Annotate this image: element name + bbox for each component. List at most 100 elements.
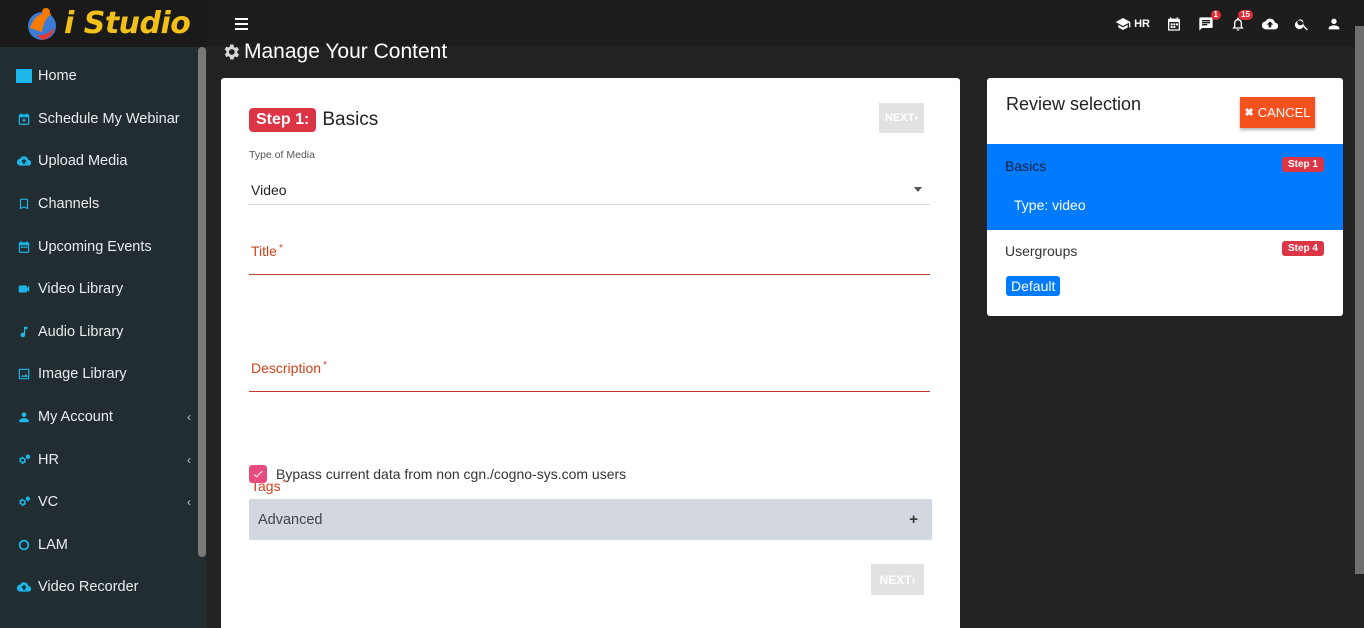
review-selection-card: Review selection ✖ CANCEL Basics Step 1 …	[987, 78, 1343, 316]
sidebar-item-schedule-my-webinar[interactable]: Schedule My Webinar	[0, 98, 207, 141]
cogs-icon	[16, 452, 32, 468]
sidebar-item-label: HR	[38, 451, 59, 468]
upload-button[interactable]	[1262, 16, 1278, 32]
cancel-label: CANCEL	[1257, 105, 1311, 120]
sidebar-item-video-library[interactable]: Video Library	[0, 268, 207, 311]
review-basics-label: Basics	[1005, 158, 1047, 174]
messages-badge: 1	[1210, 9, 1221, 20]
logo-mark-icon	[22, 4, 62, 44]
chevron-left-icon: ‹	[187, 452, 191, 467]
content-form-card: Step 1: Basics NEXT › Type of Media Video…	[221, 78, 960, 628]
bypass-label: Bypass current data from non cgn./cogno-…	[276, 466, 627, 482]
next-label: NEXT	[884, 112, 915, 124]
chevron-right-icon: ›	[911, 572, 916, 587]
step-title: Basics	[322, 109, 379, 130]
review-basics-value: Type: video	[1014, 197, 1086, 213]
media-type-label: Type of Media	[249, 149, 315, 161]
bypass-checkbox[interactable]	[249, 465, 267, 483]
chevron-right-icon: ›	[914, 112, 918, 124]
sidebar-item-hr[interactable]: HR ‹	[0, 438, 207, 481]
sidebar-item-audio-library[interactable]: Audio Library	[0, 311, 207, 354]
bookmark-icon	[16, 196, 32, 212]
dropdown-caret-icon	[914, 187, 922, 192]
sidebar-item-label: Video Recorder	[38, 579, 139, 596]
cloud-upload-icon	[1262, 18, 1278, 29]
media-type-select[interactable]: Video	[249, 175, 930, 205]
sidebar-item-label: VC	[38, 494, 59, 511]
next-label: NEXT	[879, 572, 912, 587]
review-usergroups-step-badge: Step 4	[1281, 241, 1324, 256]
sidebar-item-label: Home	[38, 68, 77, 85]
page-title-text: Manage Your Content	[244, 40, 448, 63]
search-button[interactable]	[1294, 16, 1310, 32]
menu-toggle-icon[interactable]	[235, 17, 248, 30]
calendar-button[interactable]	[1166, 16, 1182, 32]
sidebar-item-video-recorder[interactable]: Video Recorder	[0, 566, 207, 609]
home-icon	[16, 68, 32, 84]
sidebar-nav: Home Schedule My Webinar Upload Media Chann…	[0, 55, 207, 609]
bypass-option: Bypass current data from non cgn./cogno-…	[249, 465, 626, 483]
next-button-top[interactable]: NEXT ›	[879, 103, 924, 133]
sidebar-item-label: Audio Library	[38, 323, 124, 340]
sidebar: i Studio Home Schedule My Webinar Upload M…	[0, 0, 207, 628]
step-tag: Step 1:	[249, 108, 317, 132]
user-icon	[16, 409, 32, 425]
step-header: Step 1: Basics	[249, 108, 378, 132]
cancel-button[interactable]: ✖ CANCEL	[1240, 97, 1315, 128]
topbar-actions: HR 1 15	[1115, 0, 1342, 47]
page-scrollbar[interactable]	[1355, 26, 1364, 574]
hr-label: HR	[1134, 17, 1150, 30]
messages-button[interactable]: 1	[1198, 9, 1221, 32]
review-basics-item[interactable]: Basics Step 1 Type: video	[987, 144, 1343, 230]
close-icon: ✖	[1244, 107, 1254, 119]
description-input[interactable]: Description *	[249, 352, 930, 392]
advanced-accordion[interactable]: Advanced +	[249, 499, 932, 540]
next-button-bottom[interactable]: NEXT ›	[871, 564, 924, 595]
review-basics-step-badge: Step 1	[1281, 157, 1324, 172]
sidebar-item-vc[interactable]: VC ‹	[0, 481, 207, 524]
chevron-left-icon: ‹	[187, 495, 191, 510]
sidebar-item-label: Schedule My Webinar	[38, 110, 180, 127]
gear-icon	[224, 44, 239, 60]
chevron-left-icon: ‹	[187, 410, 191, 425]
cloud-upload-icon	[16, 153, 32, 169]
sidebar-item-label: Upcoming Events	[38, 238, 152, 255]
user-icon	[1328, 18, 1340, 29]
sidebar-item-upload-media[interactable]: Upload Media	[0, 140, 207, 183]
plus-icon: +	[909, 511, 918, 528]
sidebar-item-label: LAM	[38, 536, 68, 553]
sidebar-item-label: My Account	[38, 409, 113, 426]
sidebar-item-image-library[interactable]: Image Library	[0, 353, 207, 396]
usergroup-default-pill: Default	[1006, 276, 1061, 296]
advanced-label: Advanced	[258, 511, 323, 528]
graduation-cap-icon	[1115, 17, 1131, 30]
sidebar-item-label: Channels	[38, 196, 100, 213]
description-label: Description *	[251, 360, 327, 376]
calendar-icon	[16, 239, 32, 255]
title-label: Title *	[251, 243, 283, 259]
user-button[interactable]	[1326, 16, 1342, 32]
sidebar-item-label: Image Library	[38, 366, 127, 383]
media-type-value: Video	[251, 181, 287, 198]
sidebar-item-my-account[interactable]: My Account ‹	[0, 396, 207, 439]
sidebar-item-label: Video Library	[38, 281, 124, 298]
page-title: Manage Your Content	[221, 40, 447, 64]
media-type-field: Type of Media Video	[249, 149, 930, 205]
music-icon	[16, 324, 32, 340]
title-input[interactable]: Title *	[249, 235, 930, 275]
sidebar-item-label: Upload Media	[38, 153, 128, 170]
sidebar-item-home[interactable]: Home	[0, 55, 207, 98]
calendar-plus-icon	[16, 111, 32, 127]
circle-icon	[16, 537, 32, 553]
cogs-icon	[16, 494, 32, 510]
review-title: Review selection	[1006, 94, 1142, 114]
sidebar-item-upcoming-events[interactable]: Upcoming Events	[0, 225, 207, 268]
sidebar-scrollbar[interactable]	[198, 47, 206, 557]
hr-button[interactable]: HR	[1115, 16, 1150, 32]
notifications-badge: 15	[1238, 9, 1253, 20]
search-icon	[1294, 18, 1308, 30]
notifications-button[interactable]: 15	[1230, 9, 1253, 32]
sidebar-item-channels[interactable]: Channels	[0, 183, 207, 226]
sidebar-item-lam[interactable]: LAM	[0, 524, 207, 567]
brand-logo[interactable]: i Studio	[0, 0, 207, 47]
